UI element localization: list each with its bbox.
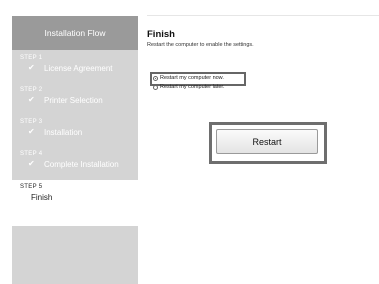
installation-sidebar: Installation Flow STEP 1 ✔ License Agree… — [12, 16, 138, 284]
step-finish-current: STEP 5 Finish — [12, 180, 138, 226]
step-label: License Agreement — [44, 64, 113, 73]
step-label: Printer Selection — [44, 96, 103, 105]
restart-highlight-frame: Restart — [209, 122, 327, 164]
radio-label: Restart my computer now. — [160, 75, 224, 81]
page-title: Finish — [147, 29, 175, 40]
page-subtitle: Restart the computer to enable the setti… — [147, 42, 254, 48]
step-number: STEP 4 — [20, 151, 43, 157]
check-icon: ✔ — [28, 159, 35, 168]
step-label: Finish — [31, 193, 53, 202]
step-number: STEP 2 — [20, 87, 43, 93]
radio-label: Restart my computer later. — [160, 84, 225, 90]
step-number: STEP 5 — [20, 184, 43, 190]
check-icon: ✔ — [28, 63, 35, 72]
step-number: STEP 1 — [20, 55, 43, 61]
check-icon: ✔ — [28, 127, 35, 136]
radio-restart-now[interactable]: Restart my computer now. — [153, 75, 224, 81]
radio-restart-later[interactable]: Restart my computer later. — [153, 84, 225, 90]
top-divider — [147, 15, 379, 16]
check-icon: ✔ — [28, 95, 35, 104]
step-label: Complete Installation — [44, 160, 119, 169]
step-number: STEP 3 — [20, 119, 43, 125]
radio-unselected-icon[interactable] — [153, 84, 158, 90]
restart-button[interactable]: Restart — [216, 129, 318, 154]
radio-selected-icon[interactable] — [153, 75, 158, 81]
step-label: Installation — [44, 128, 83, 137]
sidebar-header: Installation Flow — [12, 16, 138, 50]
